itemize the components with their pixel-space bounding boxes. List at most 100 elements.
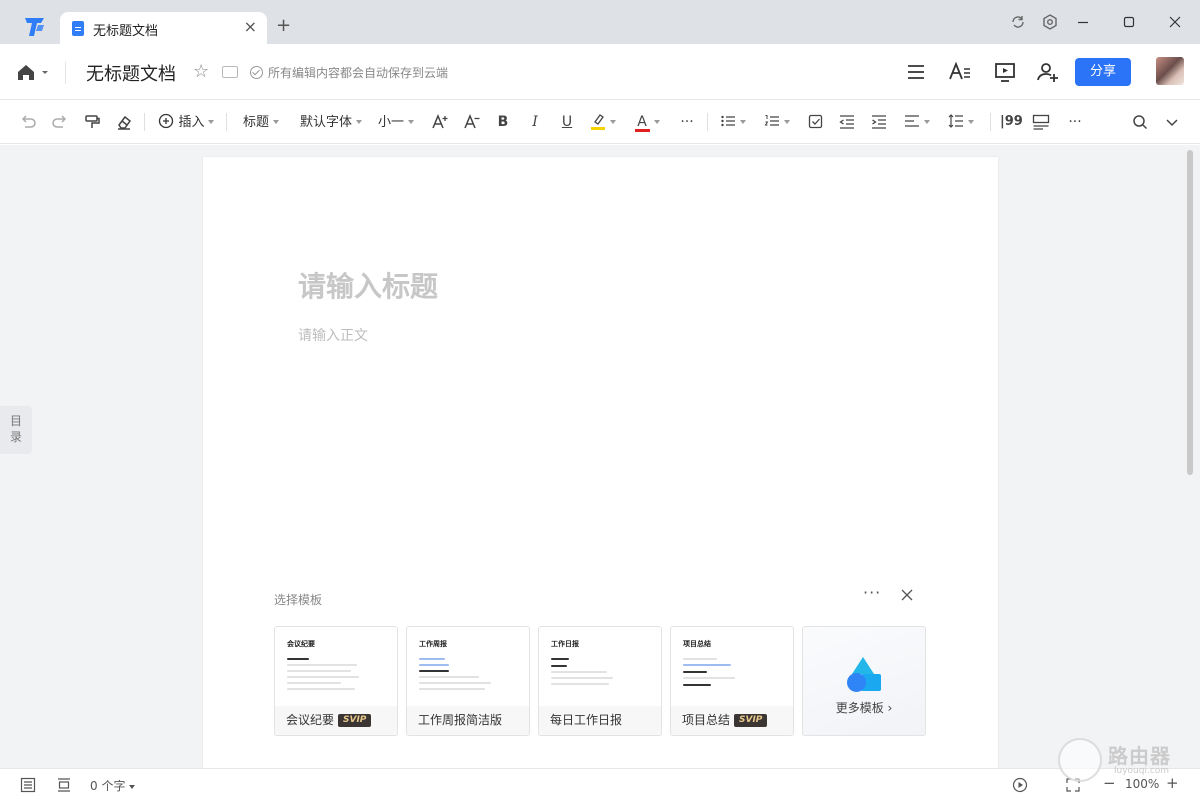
collapse-toolbar-chevron-icon[interactable]	[1163, 112, 1181, 132]
outdent-icon[interactable]	[839, 112, 855, 132]
more-format-button[interactable]: ···	[676, 112, 698, 132]
presentation-icon[interactable]	[993, 60, 1017, 84]
new-tab-button[interactable]: +	[276, 15, 291, 36]
align-left-icon	[905, 115, 919, 127]
maximize-icon[interactable]	[1120, 13, 1138, 31]
templates-circle-icon	[847, 673, 866, 692]
move-to-folder-icon[interactable]	[222, 66, 238, 78]
watermark: 路由器 luyouqi.com	[1058, 736, 1188, 786]
font-size-dropdown[interactable]: 小一	[378, 112, 418, 132]
quote-button[interactable]: |99	[1000, 112, 1023, 132]
template-preview: 项目总结	[671, 627, 793, 707]
font-color-swatch	[635, 129, 650, 132]
preview-line	[287, 676, 359, 678]
body-placeholder[interactable]: 请输入正文	[298, 325, 368, 345]
document-page[interactable]: 请输入标题 请输入正文 选择模板 ··· 会议纪要 会议纪要 SVIP 工作周报…	[203, 157, 998, 777]
preview-line	[683, 684, 711, 686]
toolbar-divider	[226, 113, 227, 131]
italic-button[interactable]: I	[527, 112, 543, 132]
word-count-text: 0 个字	[90, 779, 126, 793]
title-placeholder[interactable]: 请输入标题	[298, 265, 438, 305]
toolbar-divider	[707, 113, 708, 131]
align-button[interactable]	[904, 112, 936, 132]
font-family-label: 默认字体	[300, 115, 353, 130]
insert-label: 插入	[178, 115, 205, 130]
home-icon[interactable]	[16, 62, 52, 82]
template-preview-title: 工作周报	[419, 640, 447, 648]
document-title[interactable]: 无标题文档	[86, 60, 176, 86]
numbered-list-button[interactable]	[764, 112, 796, 132]
undo-icon[interactable]	[19, 112, 37, 132]
templates-triangle-icon	[852, 657, 874, 674]
app-logo-icon[interactable]	[22, 15, 48, 39]
template-more-button[interactable]: ···	[863, 583, 881, 602]
status-bar: 0 个字 − 100% +	[0, 768, 1200, 800]
close-window-icon[interactable]	[1166, 13, 1184, 31]
font-family-dropdown[interactable]: 默认字体	[300, 112, 366, 132]
numbered-list-icon	[764, 115, 779, 126]
word-count[interactable]: 0 个字	[90, 777, 136, 794]
plus-circle-icon	[158, 113, 174, 129]
minimize-icon[interactable]	[1074, 13, 1092, 31]
outline-view-icon[interactable]	[20, 777, 36, 793]
chevron-down-icon	[740, 120, 746, 124]
indent-icon[interactable]	[871, 112, 887, 132]
page-view-icon[interactable]	[56, 777, 72, 793]
toolbar-divider	[144, 113, 145, 131]
vertical-scrollbar[interactable]	[1187, 150, 1193, 475]
preview-line	[683, 664, 731, 666]
chevron-down-icon	[610, 120, 616, 124]
tab-document[interactable]: 无标题文档 ×	[60, 12, 267, 44]
checklist-icon[interactable]	[808, 112, 824, 132]
template-card-project-summary[interactable]: 项目总结 项目总结 SVIP	[670, 626, 794, 736]
more-templates-card[interactable]: 更多模板 ›	[802, 626, 926, 736]
redo-icon[interactable]	[51, 112, 69, 132]
insert-button[interactable]: 插入	[158, 112, 216, 132]
template-name: 会议纪要	[286, 713, 335, 727]
search-icon[interactable]	[1131, 112, 1149, 132]
highlight-color-button[interactable]	[590, 112, 622, 132]
template-name: 每日工作日报	[550, 713, 623, 727]
eraser-icon[interactable]	[115, 112, 133, 132]
bullet-list-button[interactable]	[720, 112, 752, 132]
font-color-button[interactable]: A	[634, 112, 666, 132]
sync-icon[interactable]	[1009, 13, 1027, 31]
share-button[interactable]: 分享	[1075, 58, 1131, 86]
preview-line	[287, 670, 351, 672]
save-status: 所有编辑内容都会自动保存到云端	[250, 64, 448, 81]
check-circle-icon	[250, 66, 263, 79]
heading-label: 标题	[243, 115, 270, 130]
underline-button[interactable]: U	[559, 112, 575, 132]
settings-icon[interactable]	[1041, 13, 1059, 31]
heading-dropdown[interactable]: 标题	[243, 112, 289, 132]
template-card-daily-report[interactable]: 工作日报 每日工作日报	[538, 626, 662, 736]
user-avatar[interactable]	[1156, 57, 1184, 85]
text-style-icon[interactable]	[948, 60, 972, 84]
template-card-footer: 每日工作日报	[539, 706, 661, 735]
format-painter-icon[interactable]	[83, 112, 101, 132]
template-close-icon[interactable]	[900, 588, 914, 602]
more-tools-button[interactable]: ···	[1064, 112, 1086, 132]
table-of-contents-tab[interactable]: 目 录	[0, 406, 32, 454]
tab-bar: 无标题文档 × +	[0, 0, 1200, 44]
bold-button[interactable]: B	[495, 112, 511, 132]
template-card-weekly-report[interactable]: 工作周报 工作周报简洁版	[406, 626, 530, 736]
chevron-down-icon	[968, 120, 974, 124]
play-icon[interactable]	[1012, 777, 1028, 793]
increase-font-size-icon[interactable]	[431, 112, 449, 132]
text-box-icon[interactable]	[1032, 112, 1050, 132]
preview-line	[419, 682, 491, 684]
line-spacing-button[interactable]	[948, 112, 980, 132]
tab-close-icon[interactable]: ×	[244, 17, 257, 36]
preview-line	[419, 670, 449, 672]
add-collaborator-icon[interactable]	[1036, 60, 1060, 84]
menu-icon[interactable]	[904, 60, 928, 84]
formatting-toolbar: 插入 标题 默认字体 小一 B I U A ··· |99 ···	[0, 100, 1200, 144]
svip-badge: SVIP	[338, 714, 372, 727]
preview-line	[551, 677, 613, 679]
highlighter-icon	[591, 114, 605, 130]
save-status-text: 所有编辑内容都会自动保存到云端	[268, 66, 449, 80]
decrease-font-size-icon[interactable]	[463, 112, 481, 132]
favorite-star-icon[interactable]: ☆	[193, 61, 209, 82]
template-card-meeting-minutes[interactable]: 会议纪要 会议纪要 SVIP	[274, 626, 398, 736]
